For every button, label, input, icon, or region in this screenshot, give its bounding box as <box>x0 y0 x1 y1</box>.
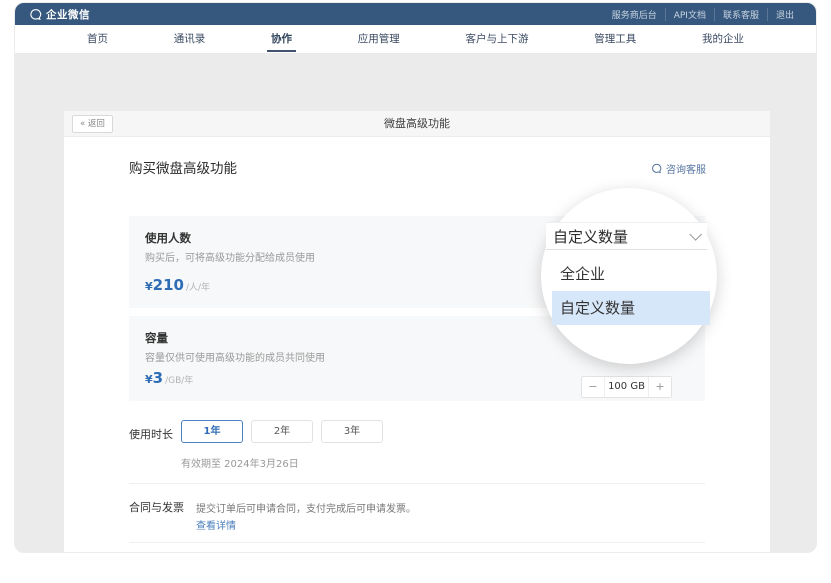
expiry-date-text: 有效期至 2024年3月26日 <box>181 455 299 470</box>
page-title: 微盘高级功能 <box>64 111 770 137</box>
nav-tabs: 首页 通讯录 协作 应用管理 客户与上下游 管理工具 我的企业 <box>87 25 744 53</box>
contract-invoice-desc: 提交订单后可申请合同，支付完成后可申请发票。 <box>196 500 416 515</box>
tab-app-management[interactable]: 应用管理 <box>358 25 400 53</box>
users-section-desc: 购买后，可将高级功能分配给成员使用 <box>145 249 315 264</box>
wecom-logo[interactable]: 企业微信 <box>29 7 90 22</box>
tab-admin-tools[interactable]: 管理工具 <box>594 25 636 53</box>
users-unit: /人/年 <box>186 283 210 293</box>
tab-contacts[interactable]: 通讯录 <box>174 25 206 53</box>
stepper-minus-button[interactable]: − <box>582 377 604 397</box>
storage-unit: /GB/年 <box>165 376 193 386</box>
stepper-plus-button[interactable]: + <box>649 377 671 397</box>
contract-invoice-label: 合同与发票 <box>129 499 184 515</box>
link-service-console[interactable]: 服务商后台 <box>604 8 665 21</box>
purchase-heading: 购买微盘高级功能 <box>129 157 237 177</box>
top-links: 服务商后台 API文档 联系客服 退出 <box>604 8 802 21</box>
tab-my-enterprise[interactable]: 我的企业 <box>702 25 744 53</box>
card-title-bar: « 返回 微盘高级功能 <box>64 111 770 137</box>
scope-option-whole-enterprise[interactable]: 全企业 <box>552 257 710 291</box>
users-amount: 210 <box>153 276 184 294</box>
storage-section-title: 容量 <box>145 330 168 346</box>
consult-support-link[interactable]: 咨询客服 <box>651 161 706 176</box>
headset-icon <box>651 163 662 174</box>
duration-1-year-button[interactable]: 1年 <box>181 420 243 443</box>
link-api-docs[interactable]: API文档 <box>665 8 714 21</box>
storage-price: ¥3/GB/年 <box>145 368 193 387</box>
chat-bubble-icon <box>29 8 42 21</box>
chevron-down-icon <box>689 228 702 241</box>
divider <box>129 542 705 543</box>
tab-home[interactable]: 首页 <box>87 25 108 53</box>
storage-section-desc: 容量仅供可使用高级功能的成员共同使用 <box>145 349 325 364</box>
content-card: « 返回 微盘高级功能 购买微盘高级功能 咨询客服 使用人数 购买后，可将高级功… <box>64 111 770 552</box>
storage-amount: 3 <box>153 369 163 387</box>
logo-text: 企业微信 <box>46 7 90 22</box>
link-contact-support[interactable]: 联系客服 <box>714 8 767 21</box>
scope-option-custom-quantity[interactable]: 自定义数量 <box>552 291 710 325</box>
scope-dropdown-trigger[interactable]: 自定义数量 <box>546 222 707 250</box>
tab-customers[interactable]: 客户与上下游 <box>466 25 529 53</box>
duration-3-year-button[interactable]: 3年 <box>321 420 383 443</box>
stepper-value[interactable]: 100 GB <box>604 377 649 397</box>
top-bar: 企业微信 服务商后台 API文档 联系客服 退出 <box>15 3 816 25</box>
nav-bar: 首页 通讯录 协作 应用管理 客户与上下游 管理工具 我的企业 <box>15 25 816 54</box>
duration-label: 使用时长 <box>129 426 173 442</box>
users-price: ¥210/人/年 <box>145 275 210 294</box>
duration-2-year-button[interactable]: 2年 <box>251 420 313 443</box>
users-currency: ¥ <box>145 280 153 293</box>
divider <box>129 483 705 484</box>
view-details-link[interactable]: 查看详情 <box>196 517 236 532</box>
page-body: « 返回 微盘高级功能 购买微盘高级功能 咨询客服 使用人数 购买后，可将高级功… <box>15 54 816 552</box>
storage-currency: ¥ <box>145 373 153 386</box>
users-section-title: 使用人数 <box>145 230 191 246</box>
storage-quantity-stepper: − 100 GB + <box>581 376 672 398</box>
app-window: 企业微信 服务商后台 API文档 联系客服 退出 首页 通讯录 协作 应用管理 … <box>14 2 817 553</box>
tab-collaboration[interactable]: 协作 <box>271 25 292 53</box>
consult-support-label: 咨询客服 <box>666 161 706 176</box>
scope-dropdown-selected: 自定义数量 <box>553 226 628 247</box>
link-logout[interactable]: 退出 <box>767 8 802 21</box>
